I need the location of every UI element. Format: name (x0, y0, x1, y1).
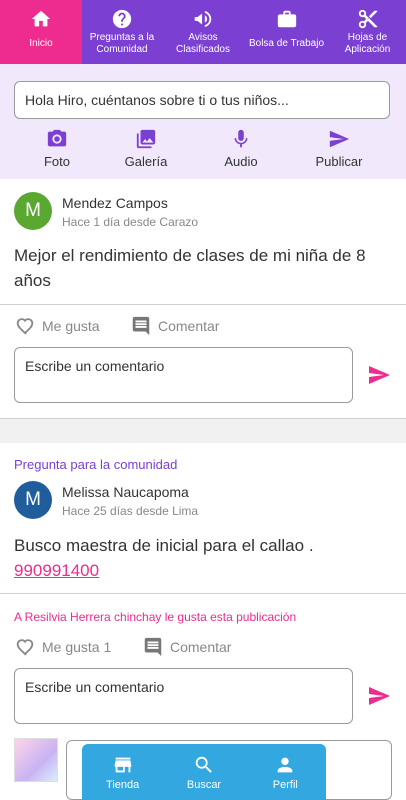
tab-avisos[interactable]: Avisos Clasificados (162, 0, 244, 64)
post-category: Pregunta para la comunidad (14, 457, 178, 472)
comment-icon (132, 316, 150, 336)
scissors-icon (358, 9, 377, 29)
tab-bolsa-de-trabajo[interactable]: Bolsa de Trabajo (244, 0, 329, 64)
tab-label: Bolsa de Trabajo (248, 38, 325, 49)
heart-outline-icon (16, 318, 34, 335)
post-text-body: Busco maestra de inicial para el callao … (14, 536, 314, 555)
tab-hojas-de-aplicacion[interactable]: Hojas de Aplicación (329, 0, 406, 64)
tab-label: Preguntas a la Comunidad (89, 32, 155, 55)
post-meta: Hace 25 días desde Lima (62, 504, 199, 518)
top-navigation: Inicio Preguntas a la Comunidad Avisos C… (0, 0, 406, 64)
post-composer: Hola Hiro, cuéntanos sobre ti o tus niño… (0, 64, 406, 179)
like-button[interactable]: Me gusta (14, 315, 100, 337)
like-button[interactable]: Me gusta 1 (14, 636, 111, 658)
action-label: Publicar (315, 154, 363, 169)
megaphone-icon (194, 10, 212, 28)
like-label: Me gusta (42, 318, 100, 334)
comment-button[interactable]: Comentar (130, 315, 219, 337)
post-meta: Hace 1 día desde Carazo (62, 215, 199, 229)
bottom-navigation: Tienda Buscar Perfil (82, 744, 326, 800)
mic-icon (234, 129, 248, 148)
comment-label: Comentar (170, 639, 232, 655)
help-icon (112, 9, 132, 29)
comment-icon (144, 637, 162, 657)
comment-label: Comentar (158, 318, 220, 334)
divider (0, 593, 406, 594)
store-icon (114, 757, 131, 773)
liked-by-text: A Resilvia Herrera chinchay le gusta est… (14, 610, 297, 624)
comment-input[interactable]: Escribe un comentario (14, 347, 353, 403)
post-card: Pregunta para la comunidad M Melissa Nau… (0, 444, 406, 744)
post-separator (0, 419, 406, 443)
tab-label: Avisos Clasificados (176, 32, 230, 55)
action-label: Audio (224, 154, 258, 169)
like-label: Me gusta 1 (42, 639, 112, 655)
person-icon (277, 757, 293, 773)
author-name[interactable]: Melissa Naucapoma (62, 484, 189, 500)
nav-buscar[interactable]: Buscar (163, 744, 244, 800)
tab-label: Inicio (29, 38, 53, 49)
nav-perfil[interactable]: Perfil (245, 744, 326, 800)
tab-inicio[interactable]: Inicio (0, 0, 82, 64)
divider (0, 304, 406, 305)
gallery-button[interactable]: Galería (101, 128, 191, 169)
send-comment-button[interactable] (367, 684, 391, 708)
nav-label: Buscar (186, 779, 222, 791)
nav-tienda[interactable]: Tienda (82, 744, 163, 800)
action-label: Galería (124, 154, 168, 169)
divider (0, 418, 406, 419)
send-icon (329, 130, 350, 148)
send-comment-button[interactable] (367, 363, 391, 387)
audio-button[interactable]: Audio (196, 128, 286, 169)
photo-button[interactable]: Foto (12, 128, 102, 169)
status-input[interactable]: Hola Hiro, cuéntanos sobre ti o tus niño… (14, 81, 390, 119)
camera-icon (47, 129, 67, 147)
post-card: M Mendez Campos Hace 1 día desde Carazo … (0, 179, 406, 419)
nav-label: Tienda (106, 779, 140, 791)
user-thumbnail[interactable] (14, 738, 58, 782)
tab-label: Hojas de Aplicación (344, 32, 391, 55)
comment-button[interactable]: Comentar (142, 636, 231, 658)
search-icon (195, 756, 212, 773)
gallery-icon (136, 129, 156, 149)
comment-input[interactable]: Escribe un comentario (14, 668, 353, 724)
send-icon (369, 687, 390, 705)
send-icon (369, 366, 390, 384)
heart-outline-icon (16, 639, 34, 656)
avatar[interactable]: M (14, 192, 52, 230)
phone-link[interactable]: 990991400 (14, 561, 99, 580)
nav-label: Perfil (272, 779, 298, 791)
action-label: Foto (43, 154, 70, 169)
avatar[interactable]: M (14, 481, 52, 519)
publish-button[interactable]: Publicar (294, 128, 384, 169)
home-icon (31, 10, 51, 27)
tab-preguntas[interactable]: Preguntas a la Comunidad (82, 0, 162, 64)
briefcase-icon (277, 10, 296, 28)
author-name[interactable]: Mendez Campos (62, 195, 168, 211)
post-text: Mejor el rendimiento de clases de mi niñ… (14, 246, 366, 290)
post-text: Busco maestra de inicial para el callao … (14, 533, 394, 583)
